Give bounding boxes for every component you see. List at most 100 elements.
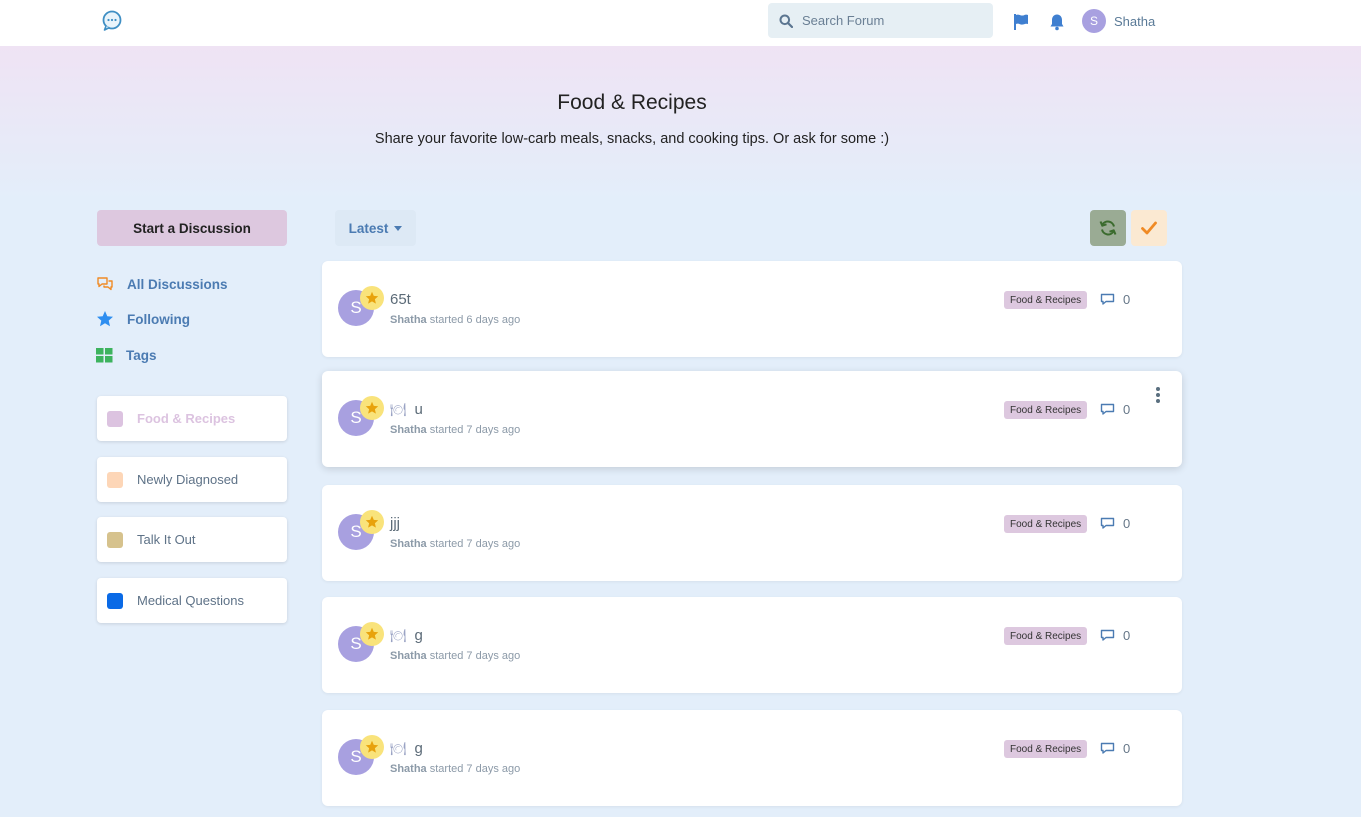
reply-count: 0 xyxy=(1100,628,1130,643)
tag-label: Medical Questions xyxy=(137,593,244,608)
tag-label: Food & Recipes xyxy=(137,411,236,426)
tag-label[interactable]: Food & Recipes xyxy=(1004,515,1088,533)
discussion-meta: Shatha started 7 days ago xyxy=(390,650,520,662)
discussion-item[interactable]: S 🍽 u Shatha started 7 days ago Food & R… xyxy=(322,371,1182,467)
refresh-button[interactable] xyxy=(1090,210,1126,246)
tag-label[interactable]: Food & Recipes xyxy=(1004,627,1088,645)
check-icon xyxy=(1141,221,1157,235)
nav-label: All Discussions xyxy=(127,276,228,292)
tag-label: Talk It Out xyxy=(137,532,196,547)
discussion-title[interactable]: 🍽 g xyxy=(390,627,423,644)
started-text: started 7 days ago xyxy=(429,538,521,550)
discussion-item[interactable]: S 🍽 g Shatha started 7 days ago Food & R… xyxy=(322,710,1182,806)
chat-logo-icon[interactable] xyxy=(101,10,123,32)
reply-count-value: 0 xyxy=(1123,402,1131,417)
nav-following[interactable]: Following xyxy=(96,309,190,329)
title-text: 65t xyxy=(390,291,411,308)
star-badge-icon xyxy=(360,735,384,759)
title-text: g xyxy=(414,627,423,644)
comment-icon xyxy=(1100,629,1115,641)
tag-label: Newly Diagnosed xyxy=(137,472,239,487)
author-name[interactable]: Shatha xyxy=(390,538,427,550)
username[interactable]: Shatha xyxy=(1114,14,1155,29)
tag-label[interactable]: Food & Recipes xyxy=(1004,401,1088,419)
tag-color-swatch xyxy=(107,592,123,609)
reply-count-value: 0 xyxy=(1123,292,1131,307)
discussion-item[interactable]: S jjj Shatha started 7 days ago Food & R… xyxy=(322,485,1182,581)
search-input[interactable]: Search Forum xyxy=(768,3,993,38)
started-text: started 7 days ago xyxy=(429,763,521,775)
tag-label[interactable]: Food & Recipes xyxy=(1004,740,1088,758)
reply-count: 0 xyxy=(1100,516,1130,531)
discussion-item[interactable]: S 65t Shatha started 6 days ago Food & R… xyxy=(322,261,1182,357)
more-options-icon[interactable] xyxy=(1154,386,1162,404)
sort-label: Latest xyxy=(348,220,389,236)
search-placeholder: Search Forum xyxy=(802,13,885,28)
comment-icon xyxy=(1100,403,1115,415)
page-description: Share your favorite low-carb meals, snac… xyxy=(374,131,890,147)
title-text: g xyxy=(414,740,423,757)
discussion-title[interactable]: 🍽 u xyxy=(390,401,423,418)
nav-all-discussions[interactable]: All Discussions xyxy=(96,274,228,294)
chat-bubbles-icon xyxy=(97,277,113,291)
tag-label[interactable]: Food & Recipes xyxy=(1004,291,1088,309)
discussion-meta: Shatha started 7 days ago xyxy=(390,763,520,775)
tag-hero: Food & Recipes Share your favorite low-c… xyxy=(0,46,1361,200)
star-badge-icon xyxy=(360,510,384,534)
discussion-meta: Shatha started 6 days ago xyxy=(390,314,520,326)
flag-icon[interactable] xyxy=(1012,13,1030,31)
nav-label: Following xyxy=(127,311,190,327)
started-text: started 7 days ago xyxy=(429,424,521,436)
sort-dropdown[interactable]: Latest xyxy=(335,210,416,246)
plate-emoji-icon: 🍽 xyxy=(390,401,407,417)
discussion-item[interactable]: S 🍽 g Shatha started 7 days ago Food & R… xyxy=(322,597,1182,693)
page-title: Food & Recipes xyxy=(557,91,707,114)
reply-count-value: 0 xyxy=(1123,741,1131,756)
sidebar-tag-talk-it-out[interactable]: Talk It Out xyxy=(97,517,287,562)
sidebar-tag-medical-questions[interactable]: Medical Questions xyxy=(97,578,287,623)
star-badge-icon xyxy=(360,622,384,646)
star-badge-icon xyxy=(360,396,384,420)
author-name[interactable]: Shatha xyxy=(390,314,427,326)
title-text: jjj xyxy=(390,515,400,532)
start-discussion-button[interactable]: Start a Discussion xyxy=(97,210,287,246)
reply-count-value: 0 xyxy=(1123,628,1131,643)
star-badge-icon xyxy=(360,286,384,310)
mark-all-read-button[interactable] xyxy=(1131,210,1167,246)
caret-down-icon xyxy=(394,225,403,231)
comment-icon xyxy=(1100,517,1115,529)
nav-label: Tags xyxy=(126,347,157,363)
comment-icon xyxy=(1100,293,1115,305)
bell-icon[interactable] xyxy=(1048,13,1066,31)
started-text: started 6 days ago xyxy=(429,314,521,326)
discussion-title[interactable]: jjj xyxy=(390,515,400,532)
tag-color-swatch xyxy=(107,531,123,548)
discussion-title[interactable]: 65t xyxy=(390,291,411,308)
comment-icon xyxy=(1100,742,1115,754)
started-text: started 7 days ago xyxy=(429,650,521,662)
top-header: Search Forum S Shatha xyxy=(0,0,1361,46)
nav-tags[interactable]: Tags xyxy=(96,345,157,365)
author-name[interactable]: Shatha xyxy=(390,763,427,775)
title-text: u xyxy=(414,401,423,418)
reply-count: 0 xyxy=(1100,741,1130,756)
sidebar-tag-food-recipes[interactable]: Food & Recipes xyxy=(97,396,287,441)
author-name[interactable]: Shatha xyxy=(390,650,427,662)
search-icon xyxy=(779,14,793,28)
discussion-meta: Shatha started 7 days ago xyxy=(390,538,520,550)
avatar[interactable]: S xyxy=(1082,9,1106,33)
discussion-meta: Shatha started 7 days ago xyxy=(390,424,520,436)
sidebar-tag-newly-diagnosed[interactable]: Newly Diagnosed xyxy=(97,457,287,502)
author-name[interactable]: Shatha xyxy=(390,424,427,436)
tag-color-swatch xyxy=(107,410,123,427)
grid-icon xyxy=(96,347,113,362)
discussion-title[interactable]: 🍽 g xyxy=(390,740,423,757)
plate-emoji-icon: 🍽 xyxy=(390,740,407,756)
reply-count: 0 xyxy=(1100,292,1130,307)
star-icon xyxy=(97,311,113,327)
plate-emoji-icon: 🍽 xyxy=(390,627,407,643)
reply-count-value: 0 xyxy=(1123,516,1131,531)
refresh-icon xyxy=(1099,220,1117,236)
tag-color-swatch xyxy=(107,471,123,488)
reply-count: 0 xyxy=(1100,402,1130,417)
